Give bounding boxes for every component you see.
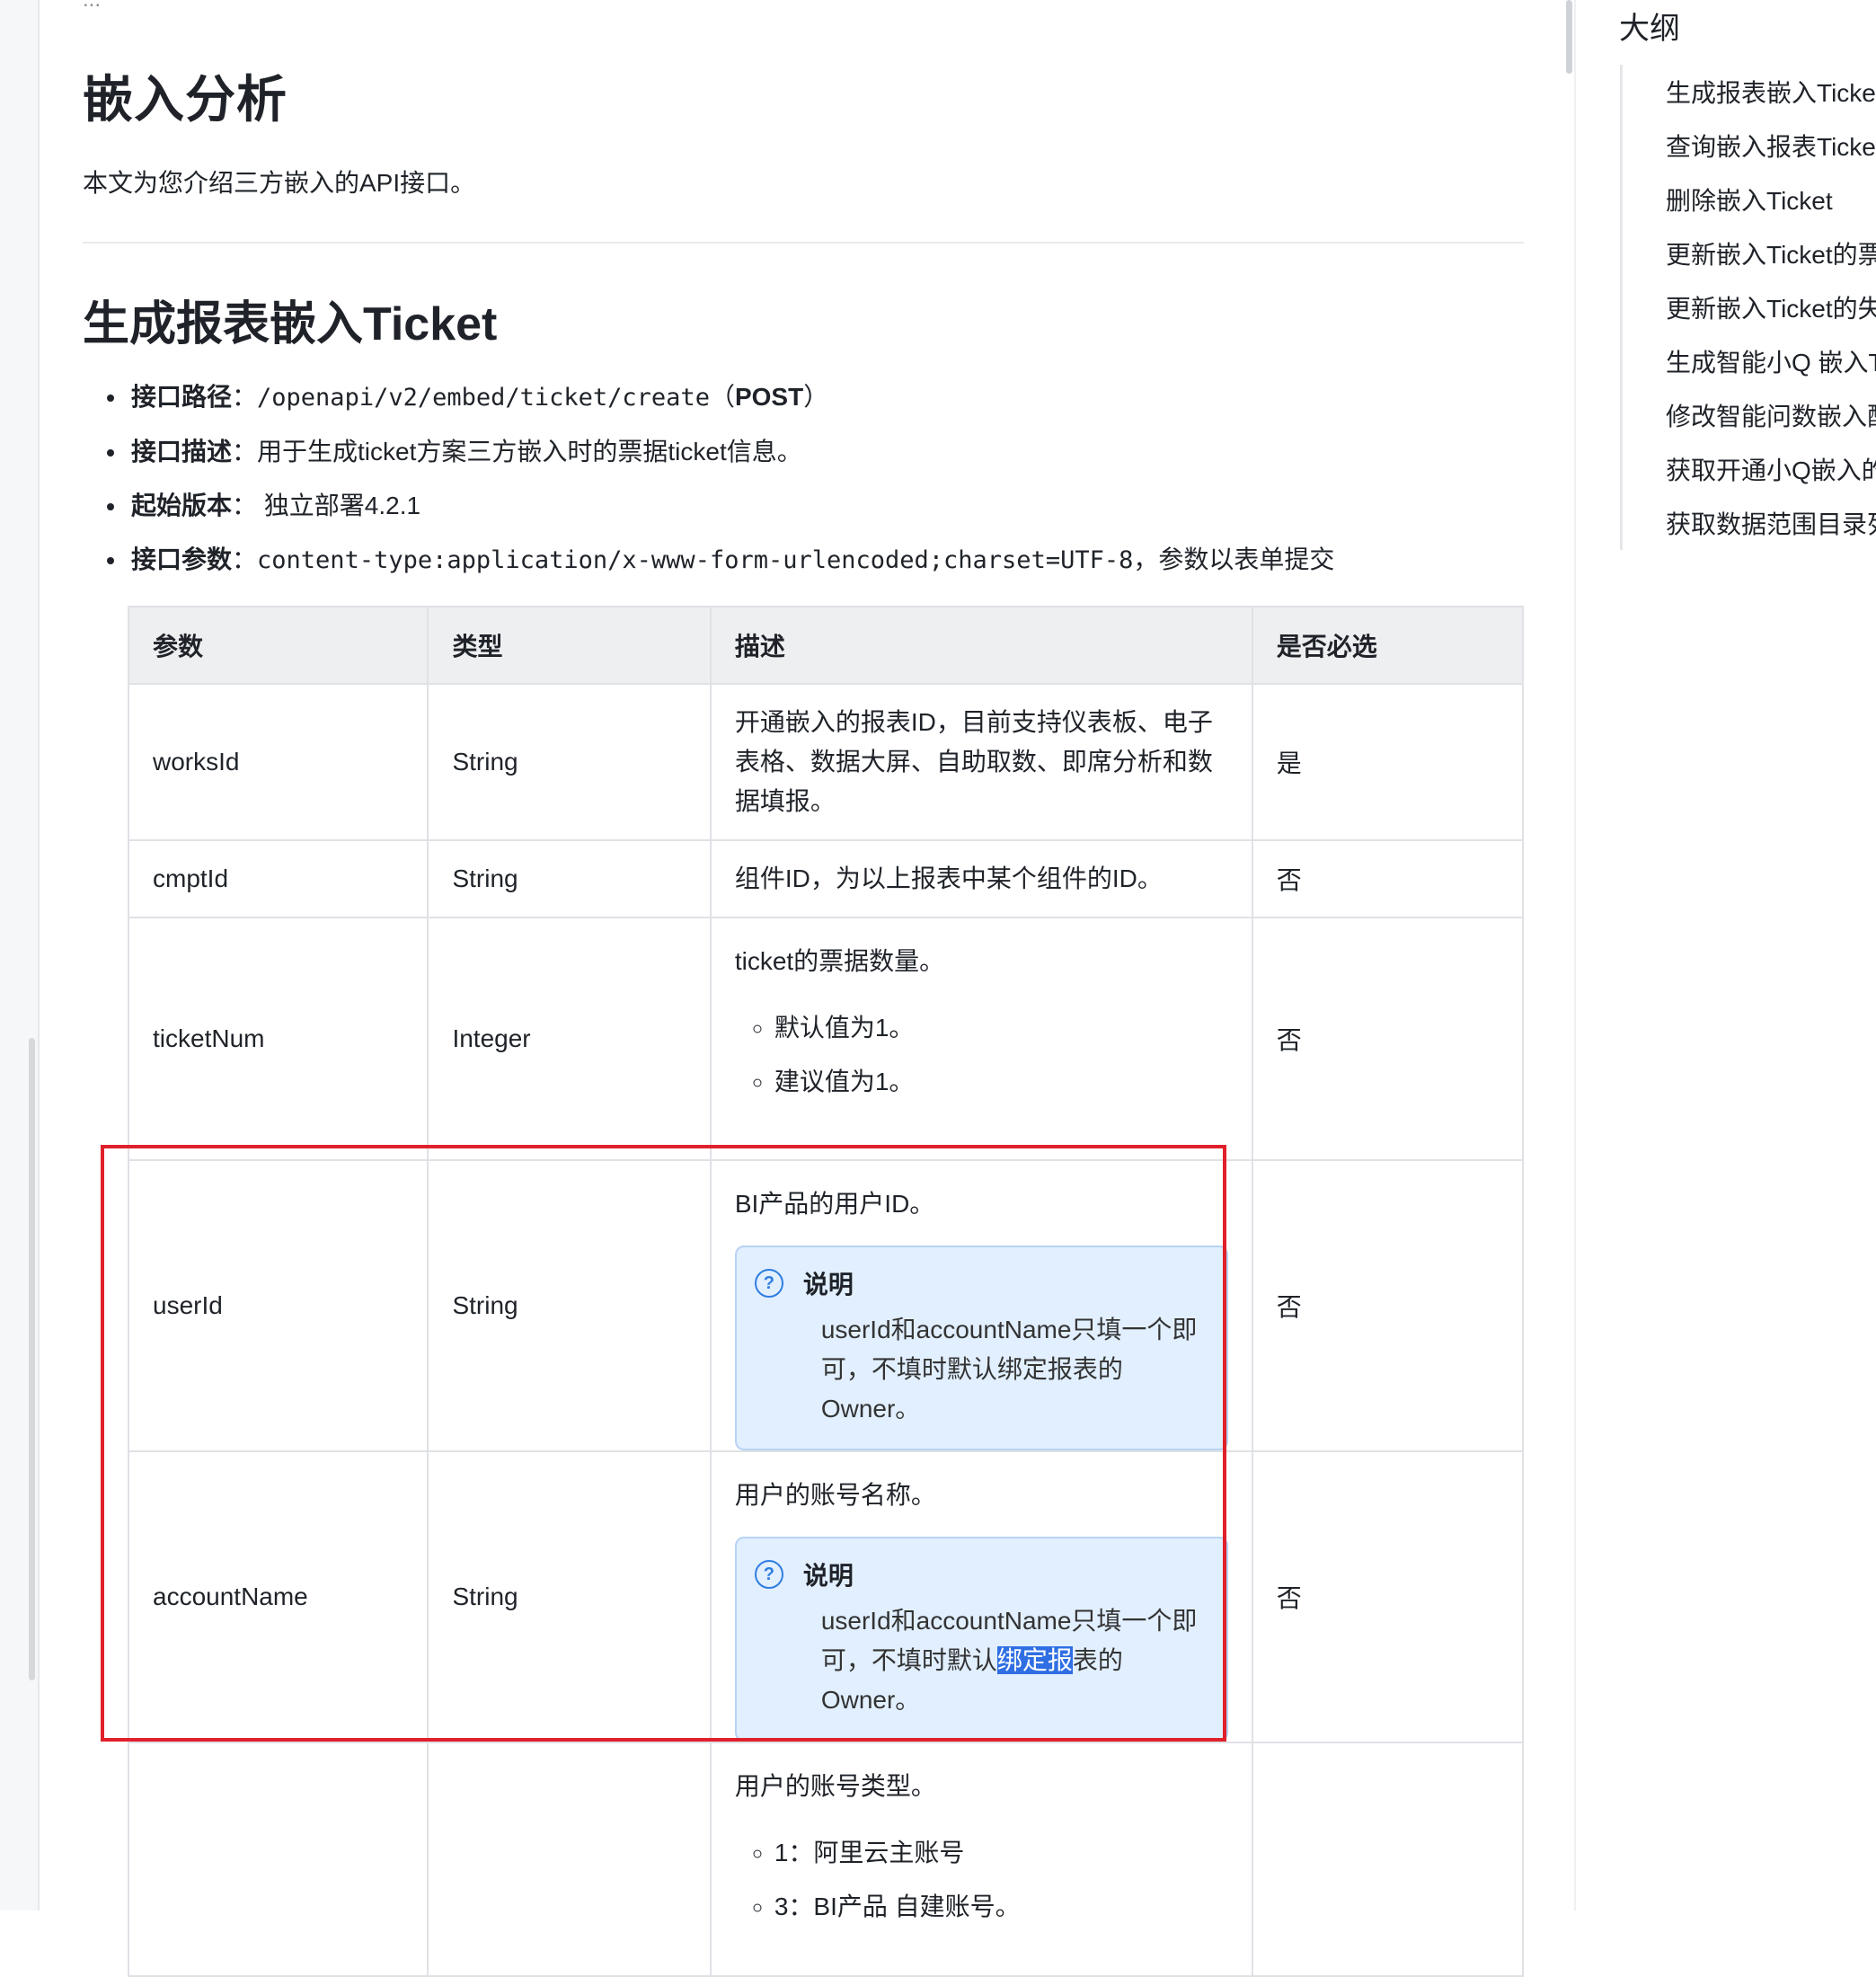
outline-item[interactable]: 删除嵌入Ticket	[1666, 174, 1876, 228]
cell-required: 是	[1251, 683, 1525, 841]
outline-title: 大纲	[1619, 12, 1680, 46]
left-scrollbar-thumb[interactable]	[29, 1038, 35, 1680]
item-label: 接口描述	[131, 438, 233, 465]
list-item: 3：BI产品 自建账号。	[774, 1880, 1228, 1934]
cell-required	[1251, 1742, 1525, 1977]
content-type-code: content-type:application/x-www-form-urle…	[257, 546, 1134, 574]
header-type: 类型	[427, 606, 712, 685]
selected-text[interactable]: 绑定报	[996, 1646, 1073, 1674]
outline-item[interactable]: 查询嵌入报表Ticket	[1666, 120, 1876, 174]
cell-type: String	[427, 1450, 712, 1743]
header-required: 是否必选	[1251, 606, 1525, 685]
outline-rail	[1620, 65, 1623, 550]
note-text: userId和accountName只填一个即可，不填时默认绑定报表的Owner…	[820, 1607, 1198, 1714]
table-header-row: 参数 类型 描述 是否必选	[127, 606, 1525, 685]
sub-list: 1：阿里云主账号 3：BI产品 自建账号。	[735, 1826, 1228, 1934]
api-path-code: /openapi/v2/embed/ticket/create	[257, 384, 710, 412]
list-item: 默认值为1。	[774, 1001, 1228, 1055]
cell-type	[427, 1742, 712, 1977]
cell-type: String	[427, 1159, 712, 1452]
table-row: 用户的账号类型。 1：阿里云主账号 3：BI产品 自建账号。	[127, 1742, 1525, 1977]
note-box: ? 说明 userId和accountName只填一个即可，不填时默认绑定报表的…	[734, 1246, 1228, 1450]
note-box: ? 说明 userId和accountName只填一个即可，不填时默认绑定报表的…	[734, 1537, 1228, 1742]
table-row: cmptId String 组件ID，为以上报表中某个组件的ID。 否	[127, 839, 1525, 918]
outline-item[interactable]: 获取数据范围目录列	[1666, 498, 1876, 552]
outline-item[interactable]: 修改智能问数嵌入配	[1666, 390, 1876, 444]
page-intro: 本文为您介绍三方嵌入的API接口。	[83, 169, 476, 197]
cell-type: String	[427, 683, 712, 841]
cell-param: userId	[127, 1159, 429, 1452]
question-circle-icon: ?	[754, 1560, 783, 1589]
table-row: ticketNum Integer ticket的票据数量。 默认值为1。 建议…	[127, 917, 1525, 1161]
cell-param: accountName	[127, 1450, 429, 1743]
cell-type: Integer	[427, 917, 712, 1161]
cell-param: worksId	[127, 683, 429, 841]
note-text: userId和accountName只填一个即可，不填时默认绑定报表的Owner…	[820, 1316, 1198, 1423]
list-item: 1：阿里云主账号	[774, 1826, 1228, 1880]
outline-item[interactable]: 获取开通小Q嵌入的	[1666, 444, 1876, 498]
list-item-version: 起始版本： 独立部署4.2.1	[128, 479, 1334, 533]
outline-item[interactable]: 更新嵌入Ticket的失	[1666, 282, 1876, 336]
http-method: POST	[734, 383, 804, 411]
content-scrollbar-thumb[interactable]	[1566, 0, 1572, 74]
outline-item[interactable]: 更新嵌入Ticket的票	[1666, 228, 1876, 282]
cell-desc: 用户的账号类型。 1：阿里云主账号 3：BI产品 自建账号。	[709, 1742, 1253, 1977]
section-title: 生成报表嵌入Ticket	[83, 298, 498, 350]
list-item-desc: 接口描述：用于生成ticket方案三方嵌入时的票据ticket信息。	[128, 425, 1334, 479]
cell-type: String	[427, 839, 712, 918]
note-title: 说明	[802, 1271, 854, 1299]
cell-required: 否	[1251, 1159, 1525, 1452]
cell-param: ticketNum	[127, 917, 429, 1161]
table-row: userId String BI产品的用户ID。 ? 说明 userId和acc…	[127, 1159, 1525, 1452]
header-param: 参数	[127, 606, 429, 685]
cell-param: cmptId	[127, 839, 429, 918]
cell-required: 否	[1251, 917, 1525, 1161]
cell-desc: 组件ID，为以上报表中某个组件的ID。	[709, 839, 1253, 918]
outline-item[interactable]: 生成智能小Q 嵌入T	[1666, 336, 1876, 390]
outline-divider	[1574, 0, 1576, 1911]
params-table: 参数 类型 描述 是否必选 worksId String 开通嵌入的报表ID，目…	[127, 606, 1525, 1977]
table-row: worksId String 开通嵌入的报表ID，目前支持仪表板、电子表格、数据…	[127, 683, 1525, 841]
cell-required: 否	[1251, 1450, 1525, 1743]
cell-param	[127, 1742, 429, 1977]
table-row: accountName String 用户的账号名称。 ? 说明 userId和…	[127, 1450, 1525, 1743]
breadcrumb: ...	[83, 0, 101, 13]
divider	[83, 242, 1524, 244]
cell-desc: BI产品的用户ID。 ? 说明 userId和accountName只填一个即可…	[709, 1159, 1253, 1452]
cell-desc: 开通嵌入的报表ID，目前支持仪表板、电子表格、数据大屏、自助取数、即席分析和数据…	[709, 683, 1253, 841]
header-desc: 描述	[709, 606, 1253, 685]
outline-item[interactable]: 生成报表嵌入Ticket	[1666, 66, 1876, 120]
note-title: 说明	[802, 1562, 854, 1590]
list-item-path: 接口路径：/openapi/v2/embed/ticket/create（POS…	[128, 370, 1334, 425]
cell-required: 否	[1251, 839, 1525, 918]
list-item: 建议值为1。	[774, 1055, 1228, 1109]
cell-desc: ticket的票据数量。 默认值为1。 建议值为1。	[709, 917, 1253, 1161]
list-item-params: 接口参数：content-type:application/x-www-form…	[128, 533, 1334, 588]
item-label: 接口参数	[131, 545, 233, 573]
item-label: 接口路径	[131, 383, 233, 411]
page-title: 嵌入分析	[83, 71, 288, 128]
outline-list: 生成报表嵌入Ticket 查询嵌入报表Ticket 删除嵌入Ticket 更新嵌…	[1666, 66, 1876, 552]
sub-list: 默认值为1。 建议值为1。	[735, 1001, 1228, 1109]
question-circle-icon: ?	[754, 1269, 783, 1298]
api-info-list: 接口路径：/openapi/v2/embed/ticket/create（POS…	[99, 370, 1334, 588]
cell-desc: 用户的账号名称。 ? 说明 userId和accountName只填一个即可，不…	[709, 1450, 1253, 1743]
item-label: 起始版本	[131, 492, 233, 519]
